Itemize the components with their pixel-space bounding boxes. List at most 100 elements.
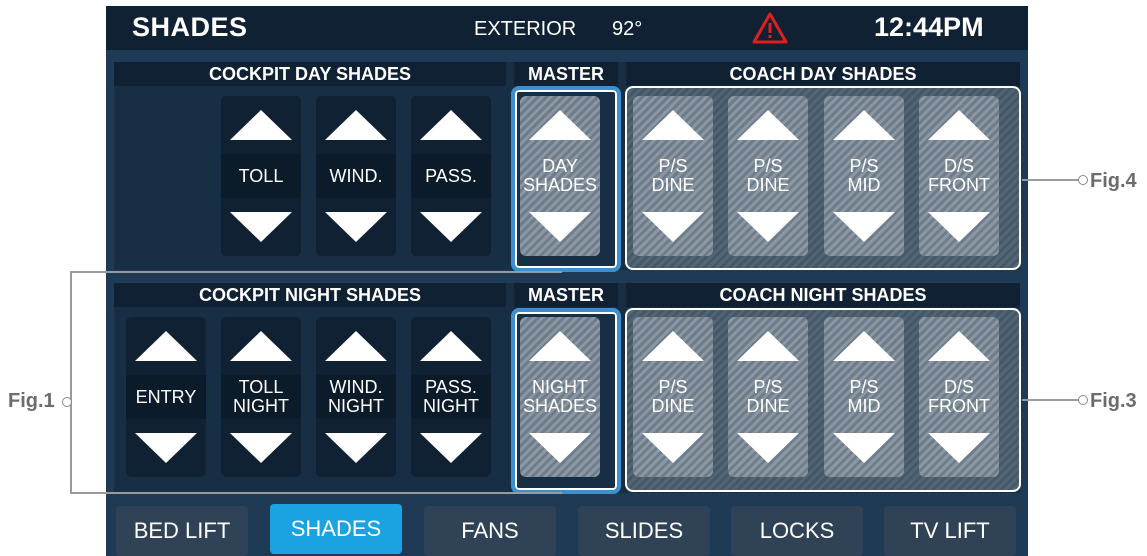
- cockpit-night-1-up-button[interactable]: [126, 317, 206, 375]
- cockpit-day-header: COCKPIT DAY SHADES: [114, 62, 506, 86]
- cockpit-night-3-down-button[interactable]: [316, 419, 396, 477]
- coach-day-2-up-button[interactable]: [728, 96, 808, 154]
- nav-tab-bed-lift[interactable]: BED LIFT: [116, 506, 248, 556]
- fig3-dot: [1078, 395, 1088, 405]
- fig3-line: [1022, 399, 1080, 401]
- master-night-shades-up-button[interactable]: [520, 317, 600, 375]
- exterior-label: EXTERIOR: [474, 18, 577, 40]
- cockpit-day-1-down-button[interactable]: [221, 198, 301, 256]
- coach-day-3-label: P/S MID: [847, 156, 881, 195]
- coach-night-3-down-button[interactable]: [824, 419, 904, 477]
- cockpit-night-1-control: ENTRY: [126, 317, 206, 477]
- fig3-label: Fig.3: [1090, 390, 1137, 412]
- coach-night-3-up-button[interactable]: [824, 317, 904, 375]
- coach-night-1-up-button[interactable]: [633, 317, 713, 375]
- arrow-down-icon: [529, 212, 591, 242]
- arrow-up-icon: [833, 331, 895, 361]
- arrow-up-icon: [420, 331, 482, 361]
- coach-day-2-down-button[interactable]: [728, 198, 808, 256]
- cockpit-day-1-up-button[interactable]: [221, 96, 301, 154]
- cockpit-night-3-label: WIND. NIGHT: [328, 377, 384, 416]
- master-day-shades-down-button[interactable]: [520, 198, 600, 256]
- coach-day-3-down-button[interactable]: [824, 198, 904, 256]
- cockpit-night-1-down-button[interactable]: [126, 419, 206, 477]
- coach-day-1-down-button[interactable]: [633, 198, 713, 256]
- fig1-bracket-bottom: [70, 492, 562, 494]
- arrow-down-icon: [230, 433, 292, 463]
- arrow-down-icon: [135, 433, 197, 463]
- cockpit-night-2-label: TOLL NIGHT: [233, 377, 289, 416]
- page-title: SHADES: [132, 12, 248, 42]
- coach-day-1-up-button[interactable]: [633, 96, 713, 154]
- exterior-temperature: 92°: [612, 18, 643, 40]
- nav-tab-shades[interactable]: SHADES: [270, 504, 402, 554]
- coach-night-1-label: P/S DINE: [651, 377, 695, 416]
- coach-night-3-label: P/S MID: [847, 377, 881, 416]
- arrow-down-icon: [642, 212, 704, 242]
- coach-day-header: COACH DAY SHADES: [626, 62, 1020, 86]
- coach-night-1-down-button[interactable]: [633, 419, 713, 477]
- arrow-up-icon: [928, 110, 990, 140]
- arrow-down-icon: [833, 433, 895, 463]
- coach-day-3-control: P/S MID: [824, 96, 904, 256]
- coach-day-1-label: P/S DINE: [651, 156, 695, 195]
- cockpit-night-1-label: ENTRY: [135, 386, 197, 407]
- cockpit-day-3-up-button[interactable]: [411, 96, 491, 154]
- coach-night-1-control: P/S DINE: [633, 317, 713, 477]
- fig1-label: Fig.1: [8, 390, 55, 412]
- arrow-up-icon: [230, 331, 292, 361]
- coach-day-4-up-button[interactable]: [919, 96, 999, 154]
- nav-tab-slides[interactable]: SLIDES: [578, 506, 710, 556]
- arrow-up-icon: [325, 331, 387, 361]
- arrow-down-icon: [928, 212, 990, 242]
- cockpit-night-4-label: PASS. NIGHT: [423, 377, 479, 416]
- arrow-down-icon: [529, 433, 591, 463]
- warning-triangle-icon[interactable]: [752, 12, 788, 44]
- coach-night-3-control: P/S MID: [824, 317, 904, 477]
- arrow-down-icon: [833, 212, 895, 242]
- cockpit-night-3-up-button[interactable]: [316, 317, 396, 375]
- arrow-down-icon: [325, 212, 387, 242]
- master-night-shades-down-button[interactable]: [520, 419, 600, 477]
- cockpit-day-2-down-button[interactable]: [316, 198, 396, 256]
- coach-night-4-down-button[interactable]: [919, 419, 999, 477]
- master-day-shades-up-button[interactable]: [520, 96, 600, 154]
- arrow-up-icon: [325, 110, 387, 140]
- nav-tab-fans[interactable]: FANS: [424, 506, 556, 556]
- fig4-label: Fig.4: [1090, 170, 1137, 192]
- coach-night-4-up-button[interactable]: [919, 317, 999, 375]
- master-day-shades-control: DAY SHADES: [520, 96, 600, 256]
- arrow-down-icon: [928, 433, 990, 463]
- fig4-dot: [1078, 175, 1088, 185]
- nav-tab-tv-lift[interactable]: TV LIFT: [884, 506, 1016, 556]
- arrow-up-icon: [642, 110, 704, 140]
- cockpit-night-2-down-button[interactable]: [221, 419, 301, 477]
- cockpit-day-2-up-button[interactable]: [316, 96, 396, 154]
- coach-night-2-control: P/S DINE: [728, 317, 808, 477]
- arrow-up-icon: [529, 331, 591, 361]
- coach-night-2-label: P/S DINE: [746, 377, 790, 416]
- coach-day-2-control: P/S DINE: [728, 96, 808, 256]
- coach-day-3-up-button[interactable]: [824, 96, 904, 154]
- cockpit-night-4-up-button[interactable]: [411, 317, 491, 375]
- coach-day-4-down-button[interactable]: [919, 198, 999, 256]
- coach-night-2-up-button[interactable]: [728, 317, 808, 375]
- arrow-up-icon: [833, 110, 895, 140]
- coach-night-header: COACH NIGHT SHADES: [626, 283, 1020, 307]
- cockpit-night-header: COCKPIT NIGHT SHADES: [114, 283, 506, 307]
- arrow-up-icon: [529, 110, 591, 140]
- coach-day-4-label: D/S FRONT: [928, 156, 990, 195]
- master-night-header: MASTER: [514, 283, 618, 307]
- coach-day-1-control: P/S DINE: [633, 96, 713, 256]
- cockpit-day-3-down-button[interactable]: [411, 198, 491, 256]
- arrow-down-icon: [737, 212, 799, 242]
- cockpit-day-2-control: WIND.: [316, 96, 396, 256]
- arrow-up-icon: [420, 110, 482, 140]
- cockpit-night-4-down-button[interactable]: [411, 419, 491, 477]
- coach-night-2-down-button[interactable]: [728, 419, 808, 477]
- clock: 12:44PM: [874, 12, 984, 42]
- nav-tab-locks[interactable]: LOCKS: [731, 506, 863, 556]
- cockpit-night-2-up-button[interactable]: [221, 317, 301, 375]
- control-screen: SHADES EXTERIOR 92° 12:44PM COCKPIT DAY …: [106, 6, 1028, 556]
- fig1-bracket: [70, 271, 72, 493]
